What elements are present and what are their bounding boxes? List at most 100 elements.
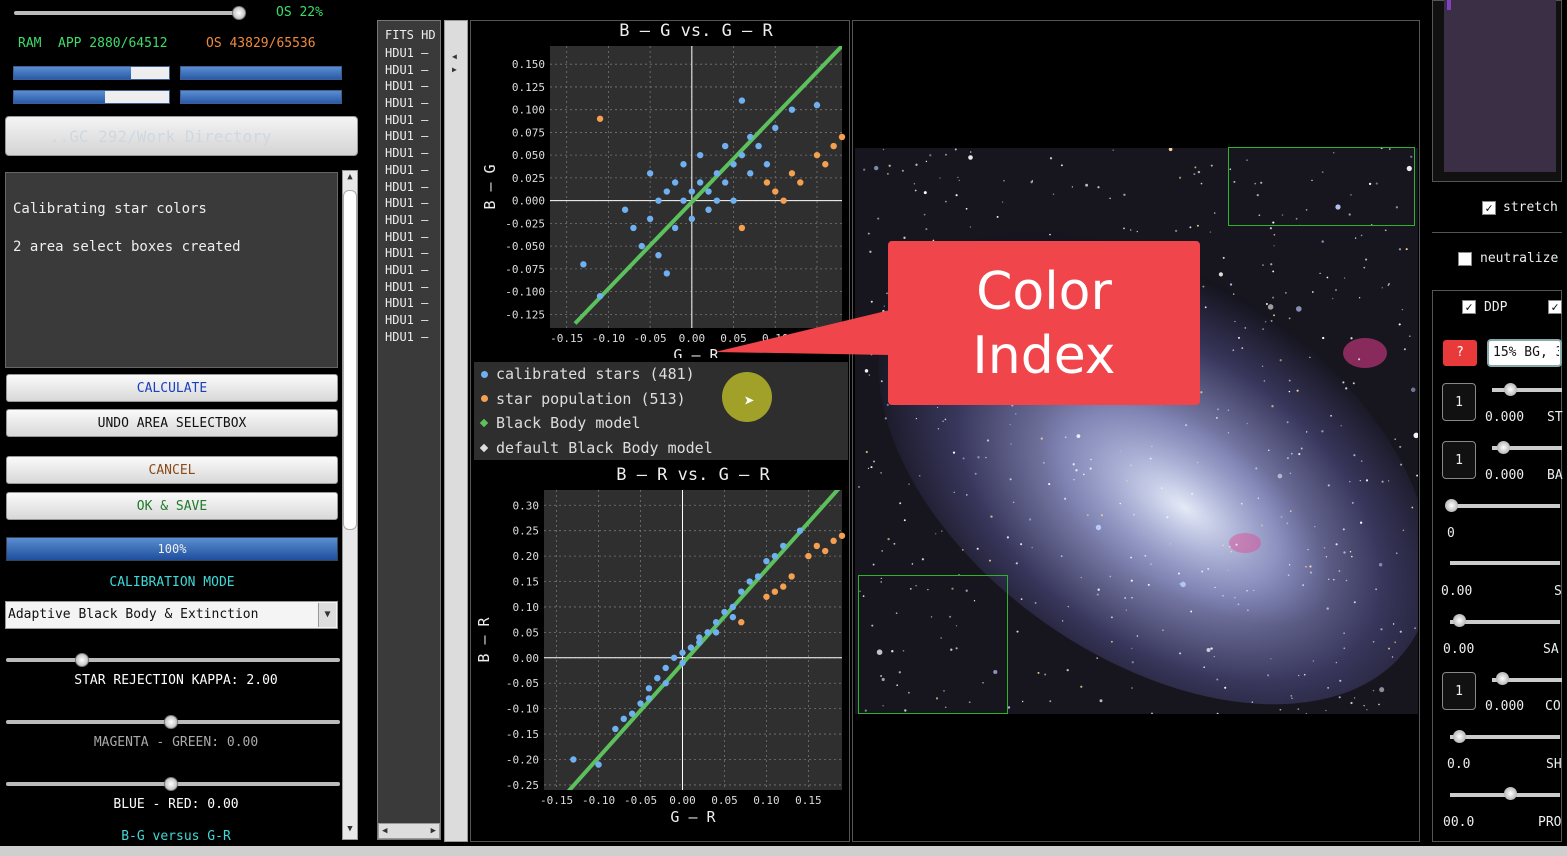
stretch-row-7-knob[interactable]	[1453, 730, 1466, 743]
calibrated-star-point	[796, 527, 804, 534]
star	[1321, 430, 1324, 433]
star	[1085, 183, 1089, 187]
star	[985, 456, 987, 459]
star	[1363, 704, 1365, 707]
collapse-left-icon[interactable]: ◀	[452, 52, 457, 61]
star	[1172, 493, 1175, 495]
star	[877, 217, 880, 220]
fits-hdu-item[interactable]: HDU1 –	[385, 295, 439, 312]
fits-list: HDU1 – HDU1 – HDU1 – HDU1 – HDU1 – HDU1 – HDU1…	[385, 45, 439, 345]
fits-hdu-item[interactable]: HDU1 –	[385, 329, 439, 346]
star	[1110, 616, 1113, 619]
fits-hdu-item[interactable]: HDU1 –	[385, 45, 439, 62]
fits-hdu-item[interactable]: HDU1 –	[385, 262, 439, 279]
fits-hdu-item[interactable]: HDU1 –	[385, 212, 439, 229]
stretch-row-1-knob[interactable]	[1504, 383, 1517, 396]
splitter-handle[interactable]	[444, 20, 468, 842]
fits-hdu-item[interactable]: HDU1 –	[385, 312, 439, 329]
x-tick-label: -0.10	[592, 332, 625, 345]
star	[965, 207, 968, 210]
scroll-up-icon[interactable]: ▲	[343, 172, 357, 186]
fits-hdu-item[interactable]: HDU1 –	[385, 195, 439, 212]
star	[1076, 434, 1081, 438]
fits-hdu-item[interactable]: HDU1 –	[385, 112, 439, 129]
star	[1290, 452, 1293, 455]
star	[1354, 237, 1357, 239]
y-tick-label: 0.10	[513, 601, 540, 614]
histogram	[1444, 0, 1556, 172]
star	[1213, 655, 1215, 658]
stretch-row-8-knob[interactable]	[1504, 787, 1517, 800]
undo-area-selectbox-button[interactable]: UNDO AREA SELECTBOX	[6, 409, 338, 437]
kappa-slider[interactable]	[6, 658, 340, 662]
stretch-row-3-knob[interactable]	[1445, 499, 1458, 512]
stretch-row-6-button[interactable]: 1	[1442, 672, 1476, 710]
fits-hdu-item[interactable]: HDU1 –	[385, 245, 439, 262]
magenta-green-slider-knob[interactable]	[164, 715, 178, 729]
star	[1295, 306, 1302, 312]
stretch-row-1-button[interactable]: 1	[1442, 383, 1476, 421]
extra-checkbox[interactable]: ✓	[1548, 300, 1562, 314]
calibrated-star-point	[721, 608, 728, 616]
expand-right-icon[interactable]: ▶	[452, 65, 457, 74]
star	[1365, 258, 1368, 261]
star	[968, 155, 973, 160]
star	[1075, 469, 1078, 472]
star	[1196, 224, 1199, 227]
fits-hdu-item[interactable]: HDU1 –	[385, 145, 439, 162]
star	[1149, 457, 1152, 460]
stretch-row-5-slider[interactable]	[1450, 620, 1560, 624]
fits-hdu-item[interactable]: HDU1 –	[385, 62, 439, 79]
stretch-row-4-slider[interactable]	[1450, 561, 1560, 565]
fits-hdu-item[interactable]: HDU1 –	[385, 162, 439, 179]
star	[1119, 450, 1122, 452]
stretch-row-7-slider[interactable]	[1450, 735, 1560, 739]
scroll-left-icon[interactable]: ◀	[382, 824, 387, 838]
star	[1399, 630, 1402, 633]
area-selectbox-2[interactable]	[858, 575, 1008, 714]
fits-hdu-item[interactable]: HDU1 –	[385, 128, 439, 145]
star	[1340, 425, 1342, 427]
neutralize-checkbox[interactable]	[1458, 252, 1472, 266]
stretch-row-6-knob[interactable]	[1496, 672, 1509, 685]
fits-hdu-item[interactable]: HDU1 –	[385, 279, 439, 296]
star	[1109, 197, 1111, 200]
fits-hdu-item[interactable]: HDU1 –	[385, 179, 439, 196]
stretch-row-2-knob[interactable]	[1497, 441, 1510, 454]
mem-bar-1	[13, 66, 170, 80]
ok-save-button[interactable]: OK & SAVE	[6, 492, 338, 520]
star	[952, 451, 956, 454]
plot-select-link[interactable]: B-G versus G-R	[6, 829, 346, 844]
fits-hdu-item[interactable]: HDU1 –	[385, 229, 439, 246]
help-button[interactable]: ?	[1443, 340, 1477, 366]
calculate-button[interactable]: CALCULATE	[6, 374, 338, 402]
scroll-right-icon[interactable]: ▶	[431, 824, 436, 838]
star	[936, 406, 939, 409]
scroll-thumb[interactable]	[343, 190, 357, 530]
kappa-slider-knob[interactable]	[75, 653, 89, 667]
star	[884, 417, 887, 420]
star	[1063, 497, 1067, 500]
top-slider[interactable]	[14, 11, 246, 15]
fits-hdu-item[interactable]: HDU1 –	[385, 95, 439, 112]
stretch-row-5-knob[interactable]	[1453, 614, 1466, 627]
cancel-button[interactable]: CANCEL	[6, 456, 338, 484]
star	[1131, 661, 1134, 664]
chevron-down-icon[interactable]: ▼	[318, 603, 336, 627]
calibrated-star-point	[688, 188, 696, 195]
star	[1358, 297, 1361, 299]
stretch-row-3-slider[interactable]	[1450, 504, 1560, 508]
calibrated-star-point	[671, 224, 679, 232]
star	[1194, 166, 1197, 169]
fits-list-hscroll[interactable]: ◀ ▶	[378, 823, 440, 839]
top-slider-knob[interactable]	[232, 6, 246, 20]
area-selectbox-1[interactable]	[1228, 147, 1415, 226]
star	[908, 483, 910, 485]
stretch-checkbox[interactable]: ✓	[1482, 201, 1496, 215]
stretch-row-2-button[interactable]: 1	[1442, 441, 1476, 479]
stretch-row-1-slider[interactable]	[1492, 388, 1562, 392]
blue-red-slider-knob[interactable]	[164, 777, 178, 791]
ddp-checkbox[interactable]: ✓	[1462, 300, 1476, 314]
star	[1335, 289, 1337, 291]
fits-hdu-item[interactable]: HDU1 –	[385, 78, 439, 95]
